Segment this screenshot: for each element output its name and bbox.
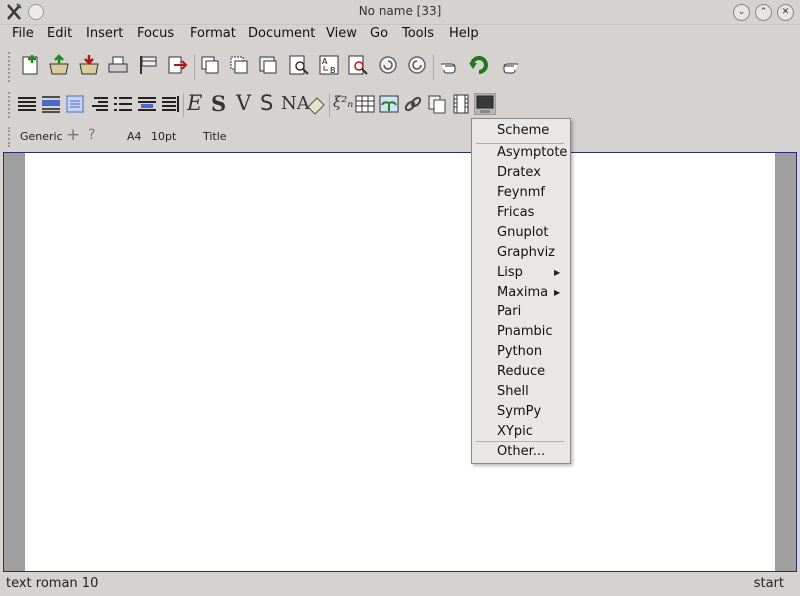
menu-item-other[interactable]: Other... [497,444,545,459]
paper-size-menu[interactable]: A4 [127,130,142,143]
menu-item-lisp[interactable]: Lisp [497,265,523,280]
open-document-icon[interactable] [48,54,70,76]
search-icon[interactable] [288,54,310,76]
menu-focus[interactable]: Focus [137,26,174,41]
eraser-icon[interactable] [305,93,327,115]
insert-image-icon[interactable] [378,93,400,115]
menu-item-reduce[interactable]: Reduce [497,364,545,379]
menu-item-xypic[interactable]: XYpic [497,424,533,439]
status-cursor-position: start [753,576,784,591]
menu-item-fricas[interactable]: Fricas [497,205,534,220]
menu-item-maxima[interactable]: Maxima [497,285,548,300]
insert-link-icon[interactable] [402,93,424,115]
menu-item-python[interactable]: Python [497,344,542,359]
main-toolbar: AB [0,50,800,84]
document-view[interactable] [3,152,797,572]
new-document-icon[interactable] [19,54,41,76]
toolbar-grip[interactable] [8,52,14,82]
submenu-arrow-icon: ▶ [554,288,561,297]
sections-icon[interactable] [136,93,158,115]
redo-icon[interactable] [406,54,428,76]
menu-item-shell[interactable]: Shell [497,384,529,399]
paste-icon[interactable] [257,54,279,76]
save-document-icon[interactable] [78,54,100,76]
sans-serif-button[interactable]: S [260,91,273,115]
menu-item-graphviz[interactable]: Graphviz [497,245,555,260]
status-bar: text roman 10 start [0,573,800,596]
toolbar-grip[interactable] [8,92,14,118]
align-justify-icon[interactable] [16,93,38,115]
minimize-button[interactable]: ⌄ [733,4,750,21]
verbatim-button[interactable]: V [236,91,251,115]
insert-animation-icon[interactable] [450,93,472,115]
toolbar-separator [329,93,330,117]
style-toolbar: Generic + ? A4 10pt Title [0,125,800,148]
menu-help[interactable]: Help [449,26,479,41]
paragraph-box-icon[interactable] [64,93,86,115]
menu-view[interactable]: View [326,26,357,41]
forward-hand-icon[interactable] [498,54,520,76]
add-package-button[interactable]: + [66,125,80,145]
toolbar-separator [183,93,184,117]
menu-format[interactable]: Format [190,26,236,41]
menu-insert[interactable]: Insert [86,26,123,41]
menu-item-scheme[interactable]: Scheme [497,123,549,138]
svg-text:A: A [322,57,328,66]
text-block-icon[interactable] [40,93,62,115]
print-icon[interactable] [107,54,129,76]
menu-item-asymptote[interactable]: Asymptote [497,145,567,160]
menu-file[interactable]: File [12,26,34,41]
undo-icon[interactable] [377,54,399,76]
document-page[interactable] [25,153,775,571]
format-toolbar: E S V S NA ξ²ₙ [0,90,800,120]
svg-text:B: B [330,66,336,75]
title-bar: No name [33] ⌄ ⌃ ✕ [0,0,800,25]
back-hand-icon[interactable] [439,54,461,76]
toolbar-separator [433,54,434,80]
font-size-menu[interactable]: 10pt [151,130,176,143]
menu-bar: File Edit Insert Focus Format Document V… [0,24,800,45]
close-button[interactable]: ✕ [777,4,794,21]
help-button[interactable]: ? [88,127,95,143]
strong-button[interactable]: S [211,91,226,116]
menu-item-feynmf[interactable]: Feynmf [497,185,545,200]
paragraph-style-menu[interactable]: Title [203,130,227,143]
menu-item-pnambic[interactable]: Pnambic [497,324,553,339]
status-text-properties: text roman 10 [6,576,99,591]
insert-formula-button[interactable]: ξ²ₙ [333,93,353,111]
indent-icon[interactable] [160,93,182,115]
refresh-icon[interactable] [468,53,490,75]
session-menu: Scheme Asymptote Dratex Feynmf Fricas Gn… [471,118,571,464]
menu-item-gnuplot[interactable]: Gnuplot [497,225,548,240]
insert-table-icon[interactable] [354,93,376,115]
insert-session-icon[interactable] [474,93,496,115]
toolbar-separator [194,54,195,80]
window-title: No name [33] [358,4,442,18]
menu-separator [476,441,564,442]
align-right-icon[interactable] [88,93,110,115]
submenu-arrow-icon: ▶ [554,268,561,277]
menu-separator [476,143,564,144]
bullet-list-icon[interactable] [112,93,134,115]
maximize-button[interactable]: ⌃ [755,4,772,21]
emphasis-button[interactable]: E [187,91,202,115]
insert-note-icon[interactable] [426,93,448,115]
flag-icon[interactable] [137,54,159,76]
spell-check-icon[interactable] [347,54,369,76]
menu-edit[interactable]: Edit [47,26,72,41]
menu-go[interactable]: Go [370,26,388,41]
menu-tools[interactable]: Tools [402,26,434,41]
toolbar-grip[interactable] [8,127,14,147]
menu-item-sympy[interactable]: SymPy [497,404,541,419]
menu-item-pari[interactable]: Pari [497,304,521,319]
replace-icon[interactable]: AB [318,54,340,76]
menu-item-dratex[interactable]: Dratex [497,165,541,180]
copy-icon[interactable] [199,54,221,76]
cut-icon[interactable] [228,54,250,76]
export-icon[interactable] [166,54,188,76]
document-style-menu[interactable]: Generic [20,130,63,143]
menu-document[interactable]: Document [248,26,315,41]
